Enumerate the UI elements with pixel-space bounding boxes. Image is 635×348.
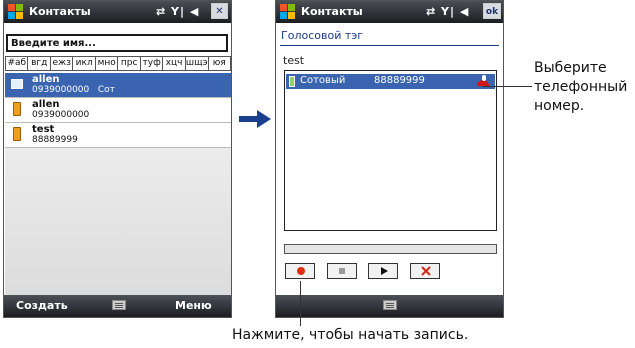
- title-bar: Контакты ⇄ Y| ◀ ok: [276, 1, 503, 23]
- contact-row[interactable]: allen 0939000000: [5, 98, 231, 123]
- number-type-label: Сотовый: [300, 75, 346, 86]
- callout-line-bottom: [300, 281, 301, 326]
- app-title: Контакты: [301, 5, 363, 18]
- alpha-tab[interactable]: туф: [140, 56, 164, 71]
- contact-name: test: [32, 124, 55, 135]
- mobile-phone-icon: [289, 76, 295, 87]
- record-icon: [297, 267, 305, 275]
- contact-name: allen: [32, 99, 60, 110]
- play-button[interactable]: [368, 263, 398, 279]
- ok-button[interactable]: ok: [483, 3, 501, 19]
- alpha-tab[interactable]: юя: [208, 56, 231, 71]
- phone-icon: [13, 102, 21, 116]
- contact-number: 88889999: [32, 135, 78, 145]
- heading-divider: [280, 45, 499, 46]
- contact-row[interactable]: allen 0939000000 Сот: [5, 73, 231, 98]
- callout-select-number: Выберите телефонный номер.: [534, 60, 628, 114]
- record-button[interactable]: [285, 263, 315, 279]
- alpha-tab[interactable]: ежз: [50, 56, 74, 71]
- start-menu-icon[interactable]: [8, 4, 24, 20]
- callout-record: Нажмите, чтобы начать запись.: [232, 327, 469, 343]
- arrow-icon: [239, 110, 271, 128]
- alpha-tab[interactable]: #аб: [5, 56, 29, 71]
- phone-icon: [13, 127, 21, 141]
- play-icon: [381, 267, 388, 275]
- delete-button[interactable]: [410, 263, 440, 279]
- status-icons[interactable]: ⇄ Y| ◀: [426, 5, 469, 18]
- softkey-bar: Создать Меню: [4, 295, 231, 317]
- menu-softkey[interactable]: Меню: [175, 299, 212, 312]
- alpha-tab[interactable]: мно: [95, 56, 119, 71]
- contact-number: 0939000000: [32, 110, 90, 120]
- title-bar: Контакты ⇄ Y| ◀ ✕: [4, 1, 231, 23]
- alpha-tab[interactable]: прс: [118, 56, 141, 71]
- alphabet-tabs: #аб вгд ежз икл мно прс туф хцч шщэ юя: [5, 56, 231, 71]
- alpha-tab[interactable]: шщэ: [185, 56, 209, 71]
- alpha-tab[interactable]: хцч: [163, 56, 186, 71]
- stop-button[interactable]: [327, 263, 357, 279]
- number-list: Сотовый 88889999: [284, 70, 497, 231]
- softkey-bar: [276, 295, 503, 317]
- contact-row[interactable]: test 88889999: [5, 123, 231, 148]
- contact-name: test: [283, 54, 305, 67]
- search-input[interactable]: Введите имя...: [6, 34, 228, 52]
- delete-icon: [421, 266, 431, 276]
- recording-progress-bar: [284, 244, 497, 254]
- keyboard-icon[interactable]: [112, 300, 126, 310]
- number-item[interactable]: Сотовый 88889999: [286, 74, 495, 89]
- contact-card-icon: [11, 79, 23, 89]
- new-softkey[interactable]: Создать: [16, 299, 68, 312]
- contact-name: allen: [32, 74, 60, 85]
- app-title: Контакты: [29, 5, 91, 18]
- callout-line-right: [483, 86, 532, 87]
- phone-number: 88889999: [374, 75, 425, 86]
- contact-number: 0939000000 Сот: [32, 85, 115, 95]
- close-button[interactable]: ✕: [211, 3, 228, 19]
- page-heading: Голосовой тэг: [281, 29, 364, 42]
- start-menu-icon[interactable]: [280, 4, 296, 20]
- contact-list: allen 0939000000 Сот allen 0939000000 test 88…: [5, 73, 231, 295]
- status-icons[interactable]: ⇄ Y| ◀: [156, 5, 199, 18]
- keyboard-icon[interactable]: [383, 300, 397, 310]
- alpha-tab[interactable]: вгд: [28, 56, 51, 71]
- voice-tag-screen: Контакты ⇄ Y| ◀ ok Голосовой тэг test Со…: [275, 0, 504, 318]
- stop-icon: [339, 268, 345, 274]
- alpha-tab[interactable]: икл: [73, 56, 96, 71]
- contacts-screen: Контакты ⇄ Y| ◀ ✕ Введите имя... #аб вгд е…: [3, 0, 232, 318]
